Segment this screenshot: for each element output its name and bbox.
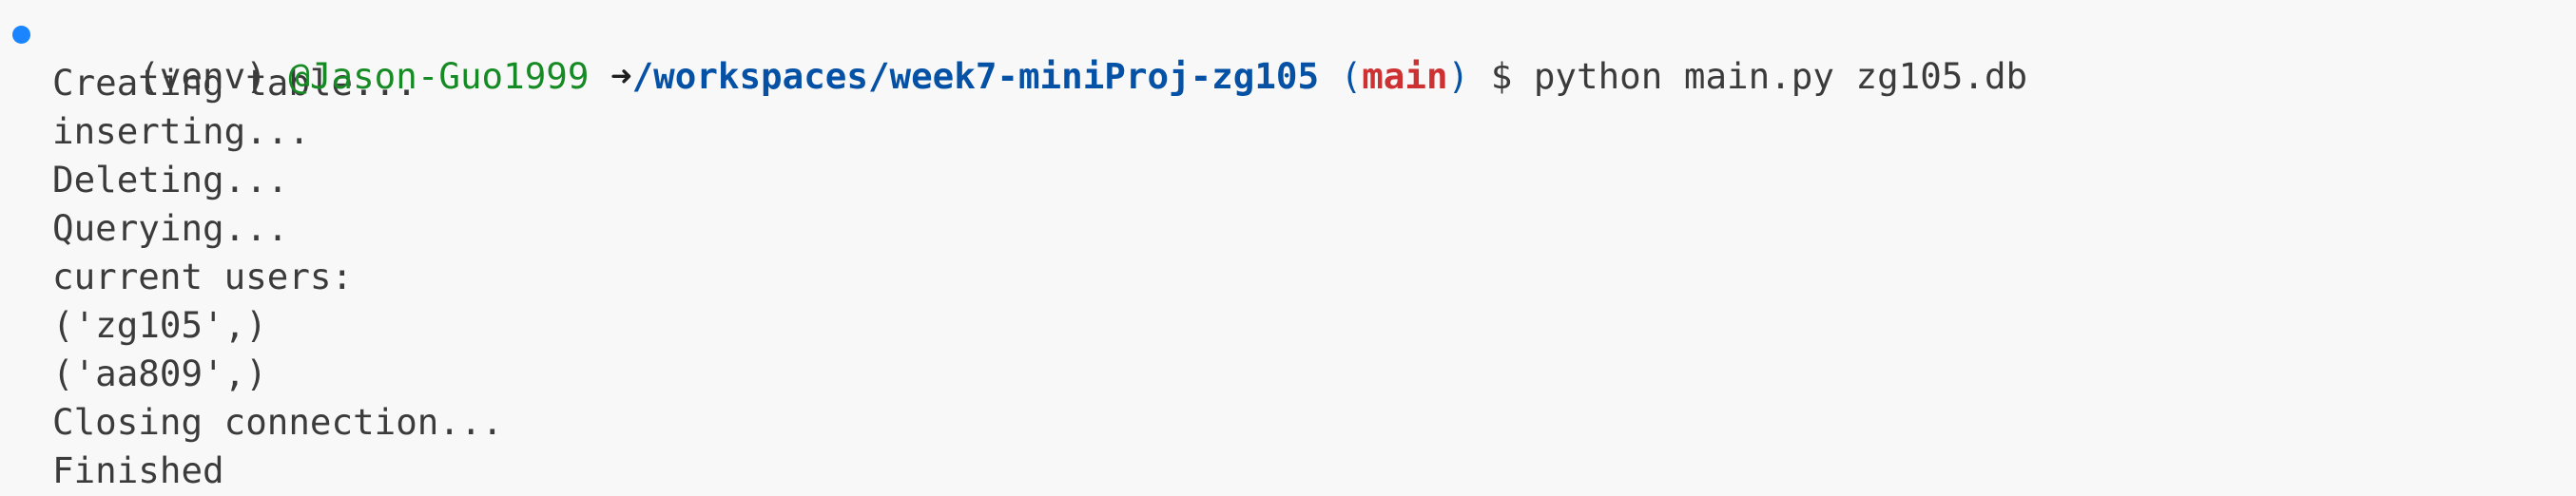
output-line: inserting... bbox=[52, 110, 310, 152]
prompt-user: @Jason-Guo1999 bbox=[288, 55, 590, 97]
output-line: Deleting... bbox=[52, 159, 289, 200]
output-line: ('zg105',) bbox=[52, 304, 267, 346]
output-line: current users: bbox=[52, 256, 354, 297]
output-line: Querying... bbox=[52, 207, 289, 249]
output-line: Closing connection... bbox=[52, 401, 504, 443]
output-line: Finished bbox=[52, 449, 224, 491]
branch-close-paren: ) bbox=[1447, 55, 1470, 97]
prompt-dollar: $ bbox=[1490, 55, 1513, 97]
venv-label: (venv) bbox=[138, 55, 267, 97]
command-text: python main.py zg105.db bbox=[1533, 55, 2028, 97]
output-line: ('aa809',) bbox=[52, 353, 267, 394]
prompt-arrow-icon: ➜ bbox=[610, 55, 632, 97]
command-status-circle-icon[interactable] bbox=[12, 26, 30, 44]
command-prompt-line: (venv) @Jason-Guo1999 ➜/workspaces/week7… bbox=[0, 13, 2576, 97]
branch-open-paren: ( bbox=[1340, 55, 1363, 97]
terminal-panel[interactable]: (venv) @Jason-Guo1999 ➜/workspaces/week7… bbox=[0, 0, 2576, 496]
git-branch-name: main bbox=[1362, 55, 1448, 97]
prompt-path: /workspaces/week7-miniProj-zg105 bbox=[631, 55, 1320, 97]
